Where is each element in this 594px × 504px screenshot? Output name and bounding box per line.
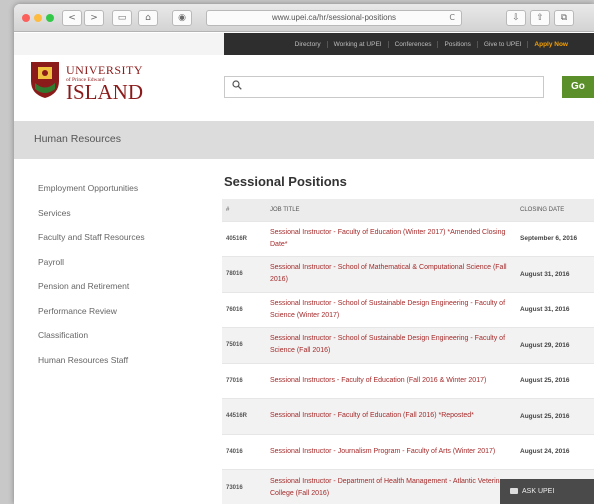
utility-link-conferences[interactable]: Conferences xyxy=(387,40,438,48)
address-bar[interactable]: www.upei.ca/hr/sessional-positions C xyxy=(206,10,462,26)
utility-link-working[interactable]: Working at UPEI xyxy=(326,40,388,48)
utility-nav: Directory Working at UPEI Conferences Po… xyxy=(224,33,594,55)
reload-icon[interactable]: C xyxy=(449,11,455,25)
zoom-window-button[interactable] xyxy=(46,14,54,22)
sidebar-item-performance[interactable]: Performance Review xyxy=(38,305,218,330)
position-link[interactable]: Sessional Instructor - School of Mathema… xyxy=(266,256,516,292)
utility-link-positions[interactable]: Positions xyxy=(437,40,476,48)
closing-date: August 31, 2016 xyxy=(516,256,594,292)
position-number: 44516R xyxy=(222,398,266,434)
back-button[interactable]: < xyxy=(62,10,82,26)
position-link[interactable]: Sessional Instructor - Faculty of Educat… xyxy=(266,220,516,257)
privacy-icon[interactable]: ◉ xyxy=(172,10,192,26)
crest-icon xyxy=(31,62,59,98)
table-row: 77016 Sessional Instructors - Faculty of… xyxy=(222,362,594,399)
url-text: www.upei.ca/hr/sessional-positions xyxy=(271,13,397,22)
sidebar-item-faculty-staff[interactable]: Faculty and Staff Resources xyxy=(38,231,218,256)
search-icon xyxy=(232,80,242,90)
position-link[interactable]: Sessional Instructor - Department of Hea… xyxy=(266,469,516,504)
page-title: Sessional Positions xyxy=(224,174,347,189)
position-link[interactable]: Sessional Instructor - School of Sustain… xyxy=(266,291,516,328)
position-number: 73016 xyxy=(222,469,266,504)
sidebar-item-employment[interactable]: Employment Opportunities xyxy=(38,182,218,207)
position-number: 78016 xyxy=(222,256,266,292)
utility-bar: Directory Working at UPEI Conferences Po… xyxy=(14,33,594,55)
table-row: 76016 Sessional Instructor - School of S… xyxy=(222,291,594,328)
position-number: 74016 xyxy=(222,433,266,470)
sidebar-toggle-icon[interactable]: ▭ xyxy=(112,10,132,26)
close-window-button[interactable] xyxy=(22,14,30,22)
logo-line-1: UNIVERSITY xyxy=(66,63,143,77)
site-header: UNIVERSITY of Prince Edward ISLAND Go xyxy=(14,55,594,121)
closing-date: August 24, 2016 xyxy=(516,433,594,470)
column-header-closing-date: CLOSING DATE xyxy=(516,199,594,221)
column-header-job-title: JOB TITLE xyxy=(266,199,516,221)
closing-date: August 25, 2016 xyxy=(516,362,594,399)
sidebar-item-classification[interactable]: Classification xyxy=(38,329,218,354)
column-header-number: # xyxy=(222,199,266,221)
position-link[interactable]: Sessional Instructor - Faculty of Educat… xyxy=(266,398,516,434)
search-box xyxy=(224,76,544,98)
search-go-button[interactable]: Go xyxy=(562,76,594,98)
share-icon[interactable]: ⇧ xyxy=(530,10,550,26)
table-row: 44516R Sessional Instructor - Faculty of… xyxy=(222,398,594,434)
sidebar-item-hr-staff[interactable]: Human Resources Staff xyxy=(38,354,218,379)
utility-link-give[interactable]: Give to UPEI xyxy=(476,40,528,48)
sidebar-item-payroll[interactable]: Payroll xyxy=(38,256,218,281)
sidebar-nav: Employment Opportunities Services Facult… xyxy=(38,182,218,378)
search-input[interactable] xyxy=(249,79,539,95)
table-row: 75016 Sessional Instructor - School of S… xyxy=(222,327,594,363)
home-icon[interactable]: ⌂ xyxy=(138,10,158,26)
section-band: Human Resources xyxy=(14,121,594,159)
sidebar-item-pension[interactable]: Pension and Retirement xyxy=(38,280,218,305)
upei-logo[interactable]: UNIVERSITY of Prince Edward ISLAND xyxy=(30,61,150,105)
position-number: 75016 xyxy=(222,327,266,363)
main-content: Sessional Positions # JOB TITLE CLOSING … xyxy=(222,174,594,504)
table-row: 78016 Sessional Instructor - School of M… xyxy=(222,256,594,292)
download-icon[interactable]: ⇩ xyxy=(506,10,526,26)
browser-toolbar: < > ▭ ⌂ ◉ www.upei.ca/hr/sessional-posit… xyxy=(14,4,594,32)
forward-button[interactable]: > xyxy=(84,10,104,26)
positions-table: # JOB TITLE CLOSING DATE 40516R Sessiona… xyxy=(222,199,594,504)
sidebar-item-services[interactable]: Services xyxy=(38,207,218,232)
section-title[interactable]: Human Resources xyxy=(34,133,121,145)
logo-line-3: ISLAND xyxy=(66,80,143,104)
utility-link-apply[interactable]: Apply Now xyxy=(527,40,574,48)
position-number: 40516R xyxy=(222,220,266,257)
chat-bubble-icon xyxy=(510,488,518,494)
position-link[interactable]: Sessional Instructors - Faculty of Educa… xyxy=(266,362,516,399)
browser-window: < > ▭ ⌂ ◉ www.upei.ca/hr/sessional-posit… xyxy=(14,4,594,504)
closing-date: August 29, 2016 xyxy=(516,327,594,363)
closing-date: August 31, 2016 xyxy=(516,291,594,328)
table-row: 74016 Sessional Instructor - Journalism … xyxy=(222,433,594,470)
closing-date: August 25, 2016 xyxy=(516,398,594,434)
position-link[interactable]: Sessional Instructor - School of Sustain… xyxy=(266,327,516,363)
logo-wordmark: UNIVERSITY of Prince Edward ISLAND xyxy=(66,63,143,104)
ask-upei-button[interactable]: ASK UPEI xyxy=(500,479,594,504)
minimize-window-button[interactable] xyxy=(34,14,42,22)
position-number: 76016 xyxy=(222,291,266,328)
tabs-icon[interactable]: ⧉ xyxy=(554,10,574,26)
ask-upei-label: ASK UPEI xyxy=(522,488,555,495)
utility-link-directory[interactable]: Directory xyxy=(289,41,327,48)
closing-date: September 6, 2016 xyxy=(516,220,594,257)
position-number: 77016 xyxy=(222,362,266,399)
position-link[interactable]: Sessional Instructor - Journalism Progra… xyxy=(266,433,516,470)
table-row: 40516R Sessional Instructor - Faculty of… xyxy=(222,220,594,257)
